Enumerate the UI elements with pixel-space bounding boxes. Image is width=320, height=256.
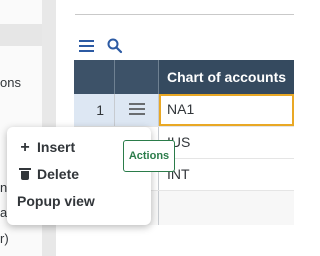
row-number: 1: [96, 102, 104, 118]
hamburger-menu-icon[interactable]: [78, 37, 96, 55]
row-actions-cell[interactable]: [115, 94, 159, 126]
menu-item-label: Delete: [37, 166, 80, 182]
chart-of-accounts-cell[interactable]: IUS: [159, 127, 294, 159]
chart-of-accounts-cell[interactable]: NA1: [159, 94, 294, 126]
section-separator: [75, 14, 294, 15]
left-panel-fragment: r): [0, 231, 9, 246]
header-row-number-cell: [74, 60, 115, 94]
header-actions-cell: [115, 60, 159, 94]
delete-menu-item[interactable]: Delete: [17, 163, 79, 185]
table-header-row: Chart of accounts: [74, 60, 294, 94]
column-title: Chart of accounts: [167, 69, 287, 85]
trash-icon: [17, 163, 33, 185]
table-row[interactable]: 1 NA1: [74, 94, 294, 126]
row-number-cell: 1: [74, 94, 115, 126]
actions-tooltip: Actions: [123, 140, 175, 172]
header-chart-of-accounts[interactable]: Chart of accounts: [159, 60, 294, 94]
search-icon[interactable]: [106, 37, 124, 55]
menu-item-label: Insert: [37, 139, 76, 155]
plus-icon: +: [20, 139, 30, 156]
popup-view-menu-item[interactable]: Popup view: [17, 190, 95, 212]
chart-of-accounts-cell[interactable]: INT: [159, 159, 294, 191]
cell-value: NA1: [167, 101, 195, 117]
left-panel-selected-band: [0, 24, 42, 46]
insert-menu-item[interactable]: + Insert: [17, 136, 75, 158]
menu-item-label: Popup view: [17, 193, 95, 209]
chart-of-accounts-cell[interactable]: [159, 191, 294, 225]
left-panel-fragment: ons: [0, 75, 21, 90]
row-actions-menu-icon[interactable]: [129, 103, 145, 117]
